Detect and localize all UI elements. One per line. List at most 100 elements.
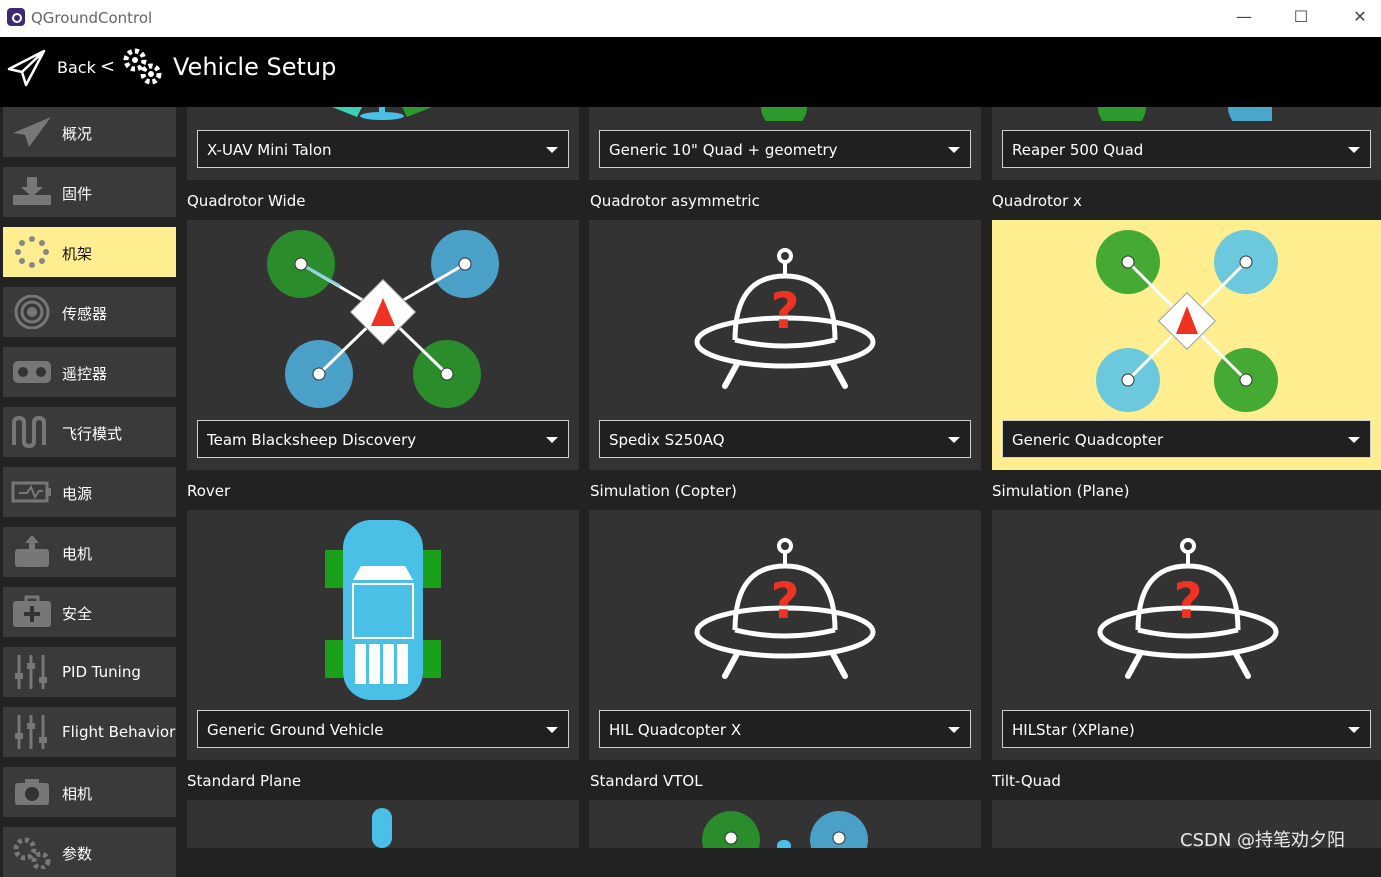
sidebar-item-flight-modes[interactable]: 飞行模式: [3, 407, 176, 457]
maximize-button[interactable]: ☐: [1271, 0, 1331, 37]
page-title: Vehicle Setup: [173, 53, 337, 81]
select-value: X-UAV Mini Talon: [207, 141, 332, 159]
sidebar-item-label: 概况: [62, 125, 93, 143]
sidebar-item-pid-tuning[interactable]: PID Tuning: [3, 647, 176, 697]
unknown-vehicle-icon: ?: [694, 538, 876, 679]
chevron-down-icon: [1348, 147, 1360, 153]
sidebar-item-radio[interactable]: 遥控器: [3, 347, 176, 397]
maximize-icon: ☐: [1293, 7, 1309, 26]
airframe-card[interactable]: Reaper 500 Quad: [992, 107, 1381, 180]
airframe-card[interactable]: [589, 800, 981, 848]
sidebar-item-sensors[interactable]: 传感器: [3, 287, 176, 337]
sidebar-item-label: 电源: [62, 485, 93, 503]
chevron-down-icon: [546, 147, 558, 153]
category-label: Quadrotor asymmetric: [590, 192, 760, 210]
select-value: Generic 10" Quad + geometry: [609, 141, 838, 159]
gears-icon: [13, 837, 51, 869]
airframe-card-selected[interactable]: Generic Quadcopter: [992, 220, 1381, 470]
sidebar-item-motors[interactable]: 电机: [3, 527, 176, 577]
window-title: QGroundControl: [31, 9, 153, 27]
sidebar-item-flight-behavior[interactable]: Flight Behavior: [3, 707, 176, 757]
close-button[interactable]: ✕: [1330, 0, 1381, 37]
select-value: Generic Quadcopter: [1012, 431, 1164, 449]
select-value: HILStar (XPlane): [1012, 721, 1135, 739]
airframe-select[interactable]: Spedix S250AQ: [599, 420, 971, 458]
sidebar-item-label: 电机: [62, 545, 93, 563]
sidebar-item-parameters[interactable]: 参数: [3, 827, 176, 877]
airframe-select[interactable]: Generic Quadcopter: [1002, 420, 1371, 458]
select-value: Spedix S250AQ: [609, 431, 725, 449]
radio-icon: [13, 361, 51, 383]
paper-plane-icon[interactable]: [6, 47, 48, 89]
safety-icon: [13, 595, 51, 627]
airframe-select[interactable]: Generic 10" Quad + geometry: [599, 130, 971, 168]
plane-icon: [13, 117, 51, 147]
chevron-down-icon: [948, 727, 960, 733]
airframe-select[interactable]: Reaper 500 Quad: [1002, 130, 1371, 168]
airframe-select[interactable]: HIL Quadcopter X: [599, 710, 971, 748]
chevron-down-icon: [546, 727, 558, 733]
sidebar-item-label: 遥控器: [62, 365, 108, 383]
unknown-vehicle-icon: ?: [694, 248, 876, 389]
airframe-select[interactable]: Generic Ground Vehicle: [197, 710, 569, 748]
window-titlebar: QGroundControl — ☐ ✕: [0, 0, 1381, 37]
plane-airframe-icon: [372, 808, 392, 848]
category-label: Rover: [187, 482, 231, 500]
chevron-down-icon: [948, 147, 960, 153]
sidebar-item-label: 传感器: [62, 305, 108, 323]
sidebar-item-power[interactable]: 电源: [3, 467, 176, 517]
svg-text:?: ?: [770, 282, 799, 340]
sidebar-item-label: Flight Behavior: [62, 723, 176, 741]
sidebar-item-label: 飞行模式: [62, 425, 123, 443]
flight-modes-icon: [12, 415, 46, 449]
vtol-airframe-icon: [702, 811, 868, 848]
sidebar-item-safety[interactable]: 安全: [3, 587, 176, 637]
minimize-icon: —: [1236, 7, 1252, 26]
gears-icon: [123, 48, 162, 85]
airframe-card[interactable]: ? HILStar (XPlane): [992, 510, 1381, 760]
motor-icon: [15, 535, 49, 567]
airframe-icon: [15, 236, 49, 268]
watermark: CSDN @持笔劝夕阳: [1180, 830, 1346, 851]
rotor-icon: [761, 107, 807, 121]
airframe-card[interactable]: ? Spedix S250AQ: [589, 220, 981, 470]
airframe-card[interactable]: Team Blacksheep Discovery: [187, 220, 579, 470]
back-button[interactable]: Back: [57, 58, 96, 77]
airframe-card[interactable]: Generic Ground Vehicle: [187, 510, 579, 760]
airframe-select[interactable]: Team Blacksheep Discovery: [197, 420, 569, 458]
sidebar-item-camera[interactable]: 相机: [3, 767, 176, 817]
power-icon: [11, 481, 51, 503]
sensor-icon: [14, 295, 50, 329]
sidebar-item-label: 固件: [62, 185, 93, 203]
airframe-card[interactable]: Generic 10" Quad + geometry: [589, 107, 981, 180]
rotors-icon: [1098, 107, 1272, 121]
airframe-card[interactable]: [187, 800, 579, 848]
close-icon: ✕: [1353, 7, 1367, 26]
airframe-card[interactable]: ? HIL Quadcopter X: [589, 510, 981, 760]
category-label: Tilt-Quad: [992, 772, 1061, 790]
category-label: Quadrotor x: [992, 192, 1082, 210]
chevron-down-icon: [948, 437, 960, 443]
chevron-down-icon: [546, 437, 558, 443]
camera-icon: [15, 779, 49, 805]
sidebar-item-label: 参数: [62, 845, 93, 863]
rover-icon: [325, 520, 441, 700]
sidebar-item-firmware[interactable]: 固件: [3, 167, 176, 217]
sidebar-item-label: 安全: [62, 605, 93, 623]
sidebar: 概况 固件 机架 传感器 遥控器 飞行模式 电源 电机 安全 PID Tunin…: [0, 107, 180, 877]
sidebar-item-summary[interactable]: 概况: [3, 107, 176, 157]
minimize-button[interactable]: —: [1214, 0, 1274, 37]
breadcrumb-separator: <: [100, 56, 116, 77]
category-label: Standard VTOL: [590, 772, 703, 790]
category-label: Quadrotor Wide: [187, 192, 306, 210]
tuning-icon: [15, 715, 47, 749]
select-value: Team Blacksheep Discovery: [207, 431, 417, 449]
select-value: Reaper 500 Quad: [1012, 141, 1144, 159]
sidebar-item-airframe[interactable]: 机架: [3, 227, 176, 277]
download-icon: [13, 177, 51, 205]
airframe-select[interactable]: X-UAV Mini Talon: [197, 130, 569, 168]
svg-text:?: ?: [770, 572, 799, 630]
airframe-card[interactable]: X-UAV Mini Talon: [187, 107, 579, 180]
airframe-select[interactable]: HILStar (XPlane): [1002, 710, 1371, 748]
sidebar-item-label: 相机: [62, 785, 93, 803]
